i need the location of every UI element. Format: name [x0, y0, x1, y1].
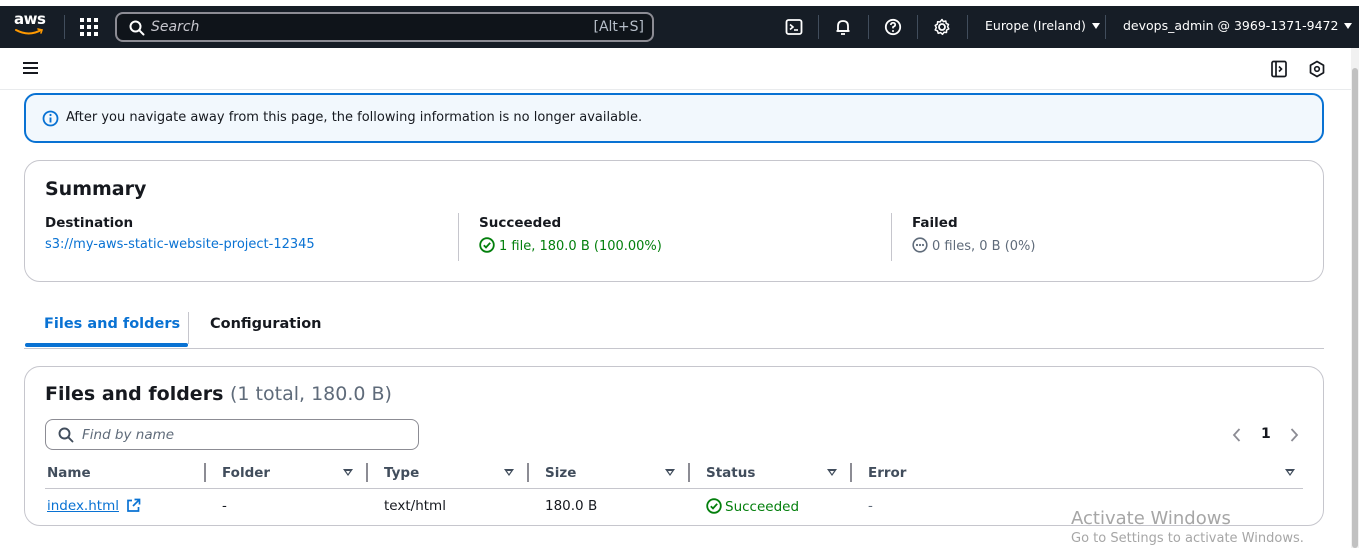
failed-value-wrap: 0 files, 0 B (0%) [912, 237, 1035, 254]
nav-divider [868, 15, 869, 39]
column-resizer[interactable] [688, 463, 690, 482]
column-resizer[interactable] [204, 463, 206, 482]
page-number[interactable]: 1 [1261, 426, 1271, 442]
alert-message: After you navigate away from this page, … [66, 110, 643, 125]
help-icon[interactable] [883, 17, 903, 37]
nav-divider [1105, 15, 1106, 39]
services-grid-icon[interactable] [80, 18, 98, 36]
chevron-down-icon [1091, 23, 1100, 29]
aws-smile-icon [15, 28, 44, 35]
region-label: Europe (Ireland) [985, 18, 1086, 33]
folder-cell: - [222, 498, 227, 514]
failed-value: 0 files, 0 B (0%) [932, 239, 1036, 254]
size-cell: 180.0 B [545, 498, 598, 514]
sort-icon[interactable] [665, 469, 675, 476]
chevron-right-icon[interactable] [1288, 427, 1300, 443]
search-shortcut: [Alt+S] [593, 19, 645, 35]
succeeded-section: Succeeded 1 file, 180.0 B (100.00%) [479, 215, 662, 254]
status-cell: Succeeded [706, 498, 799, 515]
summary-title: Summary [45, 178, 147, 200]
bell-icon[interactable] [833, 17, 853, 37]
page-scrollbar[interactable] [1351, 48, 1359, 548]
sort-icon[interactable] [827, 469, 837, 476]
succeeded-label: Succeeded [479, 215, 562, 231]
top-navigation: aws Search [Alt+S] Europe (Ireland) devo… [0, 6, 1359, 48]
success-check-icon [706, 498, 722, 514]
failed-section: Failed 0 files, 0 B (0%) [912, 215, 1035, 254]
search-placeholder: Search [151, 19, 200, 35]
account-menu[interactable]: devops_admin @ 3969-1371-9472 [1123, 18, 1353, 33]
status-text: Succeeded [725, 499, 800, 515]
files-count: (1 total, 180.0 B) [230, 383, 392, 405]
region-selector[interactable]: Europe (Ireland) [985, 18, 1100, 33]
type-cell: text/html [384, 498, 446, 514]
watermark-title: Activate Windows [1071, 508, 1231, 529]
column-header-folder[interactable]: Folder [222, 465, 270, 481]
nav-divider [64, 15, 65, 39]
destination-section: Destination s3://my-aws-static-website-p… [45, 215, 315, 252]
tab-list: Files and folders Configuration [24, 310, 1324, 349]
column-header-name[interactable]: Name [47, 465, 91, 481]
nav-divider [818, 15, 819, 39]
pending-dots-icon [912, 237, 928, 253]
watermark-subtitle: Go to Settings to activate Windows. [1071, 531, 1304, 546]
hexagon-settings-icon[interactable] [1308, 60, 1326, 78]
column-divider [458, 213, 459, 261]
destination-link[interactable]: s3://my-aws-static-website-project-12345 [45, 237, 315, 252]
failed-label: Failed [912, 215, 958, 231]
files-title: Files and folders [45, 383, 224, 405]
succeeded-value-wrap: 1 file, 180.0 B (100.00%) [479, 237, 662, 254]
column-header-error[interactable]: Error [868, 465, 906, 481]
column-divider [891, 213, 892, 261]
find-placeholder: Find by name [82, 427, 175, 443]
external-link-icon[interactable] [126, 498, 141, 513]
active-tab-indicator [25, 343, 188, 347]
summary-container: Summary Destination s3://my-aws-static-w… [24, 160, 1324, 282]
succeeded-value: 1 file, 180.0 B (100.00%) [499, 239, 662, 254]
menu-icon[interactable] [23, 62, 38, 74]
breadcrumb-bar [0, 48, 1359, 90]
column-resizer[interactable] [527, 463, 529, 482]
error-cell: - [868, 498, 873, 514]
success-check-icon [479, 237, 495, 253]
sort-icon[interactable] [343, 469, 353, 476]
nav-divider [917, 15, 918, 39]
find-by-name-input[interactable]: Find by name [45, 419, 419, 450]
side-panel-icon[interactable] [1270, 60, 1288, 78]
header-divider [45, 488, 1303, 489]
windows-activation-watermark: Activate Windows Go to Settings to activ… [1071, 508, 1304, 546]
column-header-status[interactable]: Status [706, 465, 755, 481]
column-resizer[interactable] [850, 463, 852, 482]
account-label: devops_admin @ 3969-1371-9472 [1123, 18, 1339, 33]
info-alert: After you navigate away from this page, … [24, 93, 1324, 143]
column-header-size[interactable]: Size [545, 465, 576, 481]
sort-icon[interactable] [504, 469, 514, 476]
sort-icon[interactable] [1285, 469, 1295, 476]
chevron-left-icon[interactable] [1231, 427, 1243, 443]
file-name-link[interactable]: index.html [47, 498, 119, 514]
cloudshell-icon[interactable] [784, 17, 804, 37]
tab-divider [188, 312, 189, 344]
aws-logo-text: aws [14, 10, 46, 28]
search-icon [58, 427, 74, 443]
files-table-container: Files and folders (1 total, 180.0 B) Fin… [24, 366, 1324, 526]
nav-divider [967, 15, 968, 39]
aws-logo[interactable]: aws [14, 10, 50, 40]
tab-files-and-folders[interactable]: Files and folders [44, 316, 180, 332]
files-table-header: Files and folders (1 total, 180.0 B) [45, 383, 392, 405]
destination-label: Destination [45, 215, 134, 231]
chevron-down-icon [1344, 23, 1353, 29]
scrollbar-thumb[interactable] [1352, 68, 1358, 548]
column-resizer[interactable] [366, 463, 368, 482]
info-icon [42, 110, 59, 127]
global-search-input[interactable]: Search [Alt+S] [115, 12, 654, 42]
search-icon [129, 20, 145, 36]
gear-icon[interactable] [932, 17, 952, 37]
tab-configuration[interactable]: Configuration [210, 316, 322, 332]
column-header-type[interactable]: Type [384, 465, 419, 481]
file-name-cell: index.html [47, 498, 141, 514]
